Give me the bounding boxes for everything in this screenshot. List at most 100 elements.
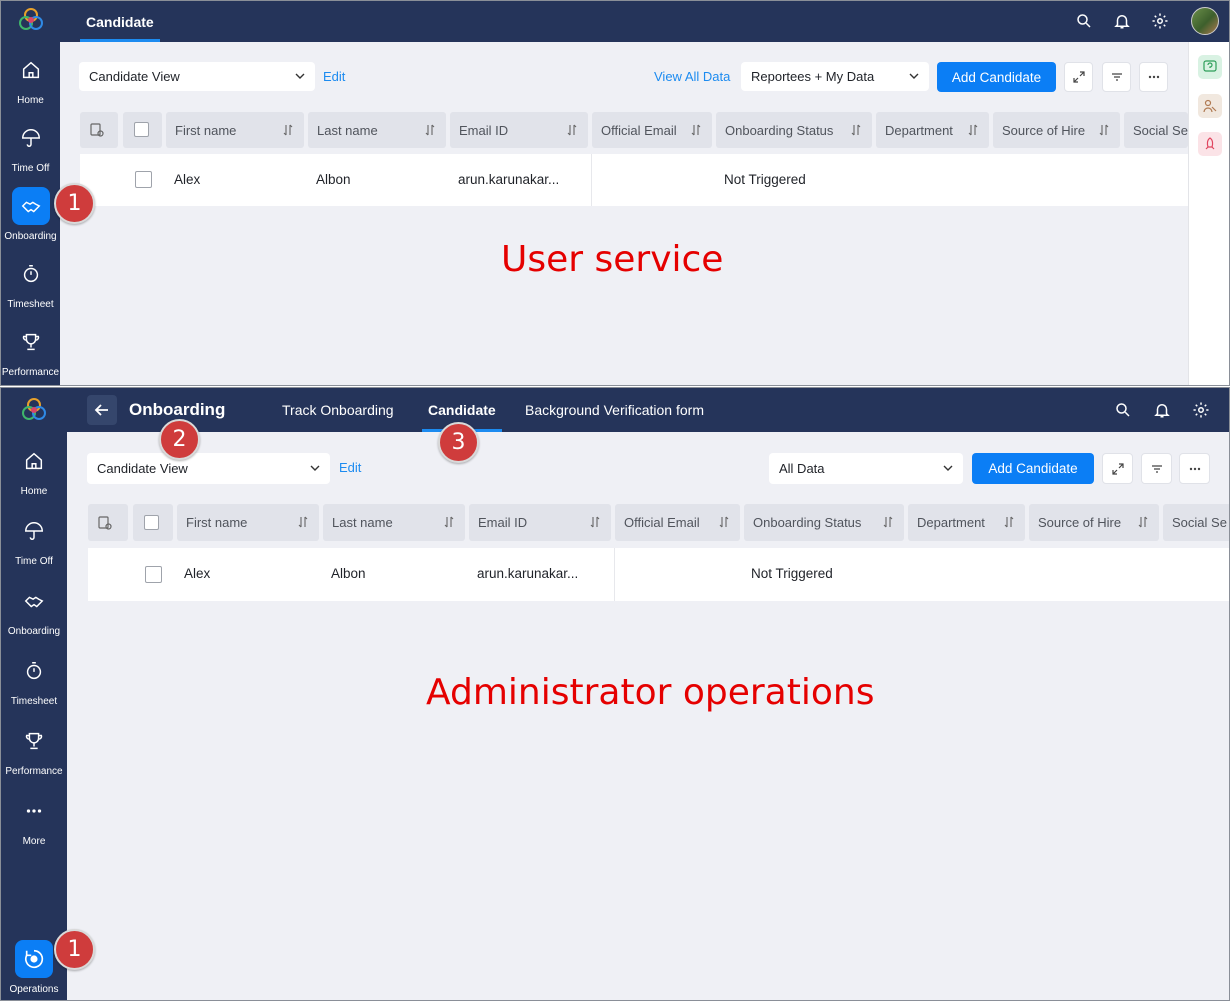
nav-label: Time Off — [15, 556, 53, 567]
nav-label: Onboarding — [7, 626, 61, 637]
chevron-down-icon — [943, 465, 953, 471]
column-header-label: Department — [917, 515, 985, 530]
column-header[interactable]: Social Se — [1124, 112, 1188, 148]
sort-icon — [1138, 516, 1148, 528]
nav-more[interactable]: More — [1, 792, 67, 860]
nav-timesheet[interactable]: Timesheet — [1, 652, 67, 720]
trophy-icon — [15, 722, 53, 760]
app-logo-icon — [18, 8, 43, 30]
more-options-button[interactable] — [1139, 62, 1168, 92]
table-row[interactable]: Alex Albon arun.karunakar... Not Trigger… — [88, 548, 1229, 601]
annotation-marker-2: 2 — [159, 419, 200, 460]
nav-onboarding[interactable]: Onboarding — [1, 187, 60, 255]
row-checkbox[interactable] — [145, 566, 162, 583]
umbrella-icon — [15, 512, 53, 550]
column-header[interactable]: Department — [876, 112, 989, 148]
column-header-label: Official Email — [601, 122, 677, 138]
column-header[interactable]: Last name — [323, 504, 465, 541]
expand-button[interactable] — [1064, 62, 1093, 92]
nav-time-off[interactable]: Time Off — [1, 512, 67, 580]
nav-label: Time Off — [11, 163, 50, 174]
people-icon[interactable] — [1198, 94, 1222, 118]
more-horizontal-icon — [1148, 75, 1159, 79]
gear-icon[interactable] — [1150, 11, 1170, 31]
more-options-button[interactable] — [1179, 453, 1210, 484]
column-header[interactable]: Source of Hire — [1029, 504, 1159, 541]
nav-time-off[interactable]: Time Off — [1, 119, 60, 187]
column-header[interactable]: Email ID — [450, 112, 588, 148]
nav-label: Performance — [1, 367, 60, 378]
data-filter-select[interactable]: All Data — [769, 453, 963, 484]
column-header[interactable]: Social Se — [1163, 504, 1229, 541]
column-header-label: Email ID — [478, 515, 528, 530]
tab-candidate[interactable]: Candidate — [80, 1, 160, 42]
bell-icon[interactable] — [1152, 400, 1172, 420]
column-header[interactable]: Official Email — [615, 504, 740, 541]
search-icon[interactable] — [1113, 400, 1133, 420]
help-chat-icon[interactable] — [1198, 55, 1222, 79]
sort-icon — [283, 124, 293, 136]
nav-home[interactable]: Home — [1, 51, 60, 119]
view-select[interactable]: Candidate View — [87, 453, 330, 484]
column-header[interactable]: Onboarding Status — [716, 112, 872, 148]
left-sidebar: Home Time Off Onboarding Timesheet Perfo… — [1, 388, 67, 1000]
chevron-down-icon — [310, 465, 320, 471]
sort-icon — [1004, 516, 1014, 528]
column-header-label: Onboarding Status — [725, 122, 834, 138]
edit-link[interactable]: Edit — [323, 69, 345, 84]
view-all-data-link[interactable]: View All Data — [654, 69, 730, 84]
column-header[interactable]: First name — [166, 112, 304, 148]
arrow-left-icon — [94, 404, 108, 416]
bell-icon[interactable] — [1112, 11, 1132, 31]
caption-user-service: User service — [501, 239, 724, 280]
handshake-icon — [11, 187, 50, 225]
top-bar: Onboarding Track Onboarding Candidate Ba… — [67, 388, 1229, 432]
select-all-checkbox[interactable] — [144, 515, 159, 530]
nav-onboarding[interactable]: Onboarding — [1, 582, 67, 650]
annotation-marker-3: 3 — [438, 422, 479, 463]
back-button[interactable] — [87, 395, 117, 425]
row-checkbox[interactable] — [135, 171, 152, 188]
column-settings-icon — [98, 515, 112, 530]
column-header[interactable]: Source of Hire — [993, 112, 1120, 148]
search-icon[interactable] — [1074, 11, 1094, 31]
select-all-checkbox[interactable] — [134, 122, 149, 137]
nav-performance[interactable]: Performance — [1, 722, 67, 790]
expand-button[interactable] — [1102, 453, 1133, 484]
filter-button[interactable] — [1141, 453, 1172, 484]
column-header[interactable]: Email ID — [469, 504, 611, 541]
table-row[interactable]: Alex Albon arun.karunakar... Not Trigger… — [80, 154, 1188, 206]
column-header[interactable]: Last name — [308, 112, 446, 148]
gear-icon[interactable] — [1191, 400, 1211, 420]
nav-performance[interactable]: Performance — [1, 323, 60, 385]
select-all-cell — [123, 112, 162, 148]
data-filter-select[interactable]: Reportees + My Data — [741, 62, 929, 91]
column-header-label: Email ID — [459, 122, 509, 138]
column-header-label: Onboarding Status — [753, 515, 862, 530]
nav-label: Onboarding — [4, 231, 57, 242]
nav-home[interactable]: Home — [1, 442, 67, 510]
edit-link[interactable]: Edit — [339, 460, 361, 475]
more-icon — [15, 792, 53, 830]
column-header[interactable]: Department — [908, 504, 1025, 541]
nav-timesheet[interactable]: Timesheet — [1, 255, 60, 323]
column-settings-cell[interactable] — [80, 112, 118, 148]
column-settings-cell[interactable] — [88, 504, 128, 541]
view-select[interactable]: Candidate View — [79, 62, 315, 91]
column-header[interactable]: First name — [177, 504, 319, 541]
handshake-icon — [15, 582, 53, 620]
tab-background-verification-form[interactable]: Background Verification form — [525, 388, 704, 432]
column-header[interactable]: Official Email — [592, 112, 712, 148]
add-candidate-button[interactable]: Add Candidate — [972, 453, 1094, 484]
nav-label: Home — [17, 95, 44, 106]
avatar[interactable] — [1191, 7, 1219, 35]
add-candidate-button[interactable]: Add Candidate — [937, 62, 1056, 92]
caption-administrator-operations: Administrator operations — [426, 672, 875, 713]
stopwatch-icon — [12, 255, 50, 293]
app-logo-icon — [22, 398, 46, 420]
column-header[interactable]: Onboarding Status — [744, 504, 904, 541]
sort-icon — [691, 124, 701, 136]
filter-button[interactable] — [1102, 62, 1131, 92]
tab-track-onboarding[interactable]: Track Onboarding — [282, 388, 394, 432]
rocket-icon[interactable] — [1198, 132, 1222, 156]
